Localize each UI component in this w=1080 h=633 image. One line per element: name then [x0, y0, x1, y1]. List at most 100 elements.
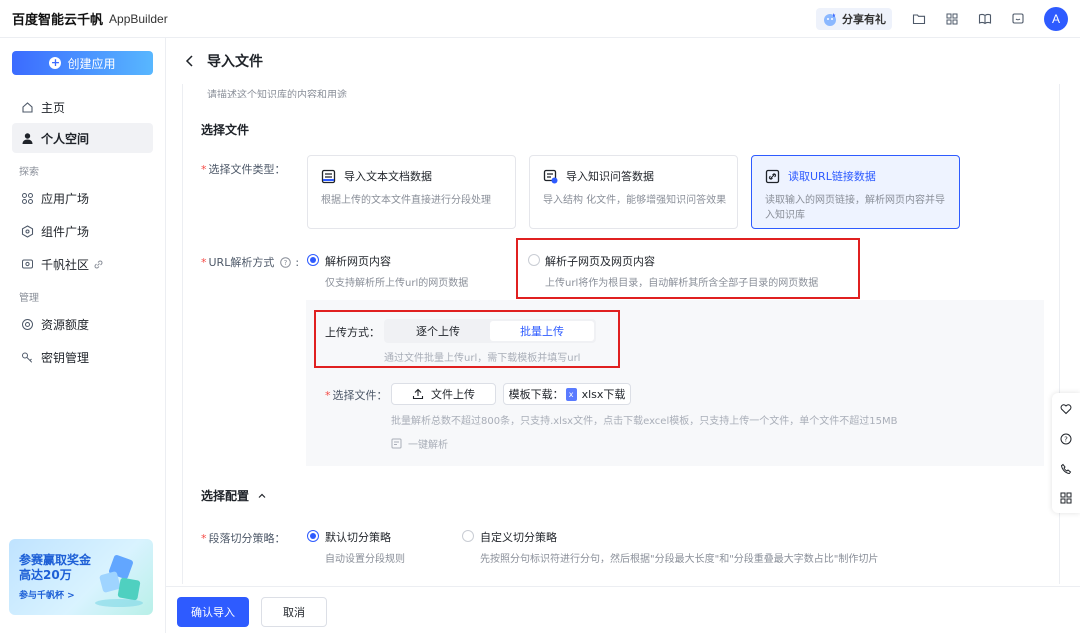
section-explore: 探索	[19, 167, 39, 178]
book-icon[interactable]	[968, 7, 1001, 31]
apps-icon	[20, 191, 34, 205]
one-click-parse-button[interactable]: 一键解析	[391, 436, 448, 451]
section-title-config[interactable]: 选择配置	[201, 487, 267, 504]
choose-file-label: * 选择文件：	[325, 389, 388, 402]
file-type-label-text: 选择文件类型：	[208, 163, 286, 176]
page-header: 导入文件	[166, 38, 1080, 84]
svg-text:?: ?	[1064, 436, 1068, 444]
back-arrow-icon[interactable]	[183, 54, 197, 68]
floating-toolbar: ?	[1052, 393, 1080, 513]
sidebar-item-personal-space[interactable]: 个人空间	[12, 123, 153, 153]
grid-icon[interactable]	[935, 7, 968, 31]
external-link-icon	[93, 259, 104, 270]
create-app-button[interactable]: + 创建应用	[12, 51, 153, 75]
upload-icon	[412, 388, 424, 400]
logo-text: 百度智能云千帆	[12, 13, 104, 28]
card-text-document[interactable]: 导入文本文档数据 根据上传的文本文件直接进行分段处理	[307, 155, 516, 229]
card-url-data[interactable]: 读取URL链接数据 读取输入的网页链接，解析网页内容并导入知识库	[751, 155, 960, 229]
promo-line1: 参赛赢取奖金	[19, 553, 92, 567]
choose-file-label-text: 选择文件：	[332, 389, 388, 402]
template-download-button[interactable]: 模板下载： x xlsx下载	[503, 383, 631, 405]
radio-parse-page[interactable]	[307, 254, 319, 266]
template-label: 模板下载：	[508, 388, 564, 401]
file-upload-label: 文件上传	[431, 388, 475, 401]
confirm-import-button[interactable]: 确认导入	[177, 597, 249, 627]
link-icon	[765, 169, 780, 183]
radio-default-split[interactable]	[307, 530, 319, 542]
phone-icon[interactable]	[1059, 462, 1073, 476]
share-button[interactable]: 分享有礼	[816, 8, 892, 30]
option-custom-split[interactable]: 自定义切分策略	[480, 529, 557, 545]
top-bar: 百度智能云千帆 AppBuilder 分享有礼 A	[0, 0, 1080, 38]
sidebar-item-label: 组件广场	[41, 224, 90, 239]
sidebar-item-label: 个人空间	[41, 131, 90, 146]
card-title: 导入文本文档数据	[344, 170, 432, 183]
radio-custom-split[interactable]	[462, 530, 474, 542]
sidebar-item-resource-quota[interactable]: 资源额度	[12, 309, 153, 339]
qa-icon	[543, 169, 558, 183]
sidebar-item-label: 应用广场	[41, 191, 90, 206]
file-hint: 批量解析总数不超过800条，只支持.xlsx文件，点击下载excel模板，只支持…	[391, 416, 898, 427]
one-click-parse-label: 一键解析	[408, 440, 448, 451]
option-parse-page[interactable]: 解析网页内容	[325, 253, 391, 269]
tab-single-upload[interactable]: 逐个上传	[386, 321, 490, 341]
plus-icon: +	[49, 56, 62, 69]
kb-description-text: 请描述这个知识库的内容和用途	[207, 90, 347, 98]
trophy-illustration	[95, 555, 143, 607]
folder-icon[interactable]	[902, 7, 935, 31]
card-desc: 读取输入的网页链接，解析网页内容并导入知识库	[765, 195, 945, 221]
config-title-text: 选择配置	[201, 489, 250, 503]
option-default-split-desc: 自动设置分段规则	[325, 554, 405, 565]
promo-link[interactable]: 参与千帆杯 >	[19, 588, 75, 601]
upload-mode-label: 上传方式：	[325, 326, 380, 339]
file-upload-button[interactable]: 文件上传	[391, 383, 496, 405]
logo[interactable]: 百度智能云千帆 AppBuilder	[12, 9, 168, 29]
grid-icon[interactable]	[1059, 491, 1073, 505]
sidebar: + 创建应用 主页 个人空间 探索 应用广场 组件广场 千帆社区 管理 资源额度…	[0, 38, 166, 633]
promo-banner[interactable]: 参赛赢取奖金 高达20万 参与千帆杯 >	[9, 539, 153, 615]
sidebar-item-label: 千帆社区	[41, 257, 90, 272]
user-icon	[20, 131, 34, 145]
template-file-label: xlsx下载	[581, 388, 626, 401]
sidebar-item-community[interactable]: 千帆社区	[12, 249, 153, 279]
sidebar-item-label: 密钥管理	[41, 350, 90, 365]
card-desc: 导入结构 化文件，能够增强知识问答效果	[543, 195, 727, 206]
promo-line2: 高达20万	[19, 568, 72, 582]
upload-mode-segmented: 逐个上传 批量上传	[384, 319, 596, 343]
split-strategy-label-text: 段落切分策略：	[208, 532, 286, 545]
option-parse-page-desc: 仅支持解析所上传url的网页数据	[325, 278, 469, 289]
card-title: 导入知识问答数据	[566, 170, 654, 183]
home-icon	[20, 100, 34, 114]
radio-parse-subpages[interactable]	[528, 254, 540, 266]
footer-bar: 确认导入 取消	[166, 586, 1080, 633]
card-title: 读取URL链接数据	[788, 170, 876, 183]
help-circle-icon[interactable]: ?	[1059, 432, 1073, 446]
key-icon	[20, 350, 34, 364]
cancel-button[interactable]: 取消	[261, 597, 327, 627]
sidebar-item-component-square[interactable]: 组件广场	[12, 216, 153, 246]
chevron-up-icon	[258, 493, 266, 498]
option-parse-subpages[interactable]: 解析子网页及网页内容	[545, 253, 655, 269]
gift-icon	[824, 13, 836, 26]
heart-icon[interactable]	[1059, 402, 1073, 416]
url-mode-label-text: URL解析方式	[208, 256, 275, 269]
tab-batch-upload[interactable]: 批量上传	[490, 321, 594, 341]
card-desc: 根据上传的文本文件直接进行分段处理	[321, 195, 491, 206]
sidebar-item-key-management[interactable]: 密钥管理	[12, 342, 153, 372]
card-qa-data[interactable]: 导入知识问答数据 导入结构 化文件，能够增强知识问答效果	[529, 155, 738, 229]
document-icon	[321, 169, 336, 183]
svg-text:?: ?	[284, 259, 288, 267]
option-default-split[interactable]: 默认切分策略	[325, 529, 391, 545]
section-manage: 管理	[19, 293, 39, 304]
sidebar-item-home[interactable]: 主页	[12, 92, 153, 122]
sidebar-item-app-square[interactable]: 应用广场	[12, 183, 153, 213]
url-mode-label: * URL解析方式 ? :	[201, 255, 300, 270]
help-icon[interactable]: ?	[280, 256, 292, 268]
create-app-label: 创建应用	[67, 56, 116, 71]
avatar[interactable]: A	[1044, 7, 1068, 31]
feedback-icon[interactable]	[1001, 7, 1034, 31]
upload-mode-hint: 通过文件批量上传url，需下载模板并填写url	[384, 353, 581, 364]
file-type-label: * 选择文件类型：	[201, 163, 286, 176]
excel-icon: x	[565, 387, 577, 401]
split-strategy-label: * 段落切分策略：	[201, 532, 286, 545]
